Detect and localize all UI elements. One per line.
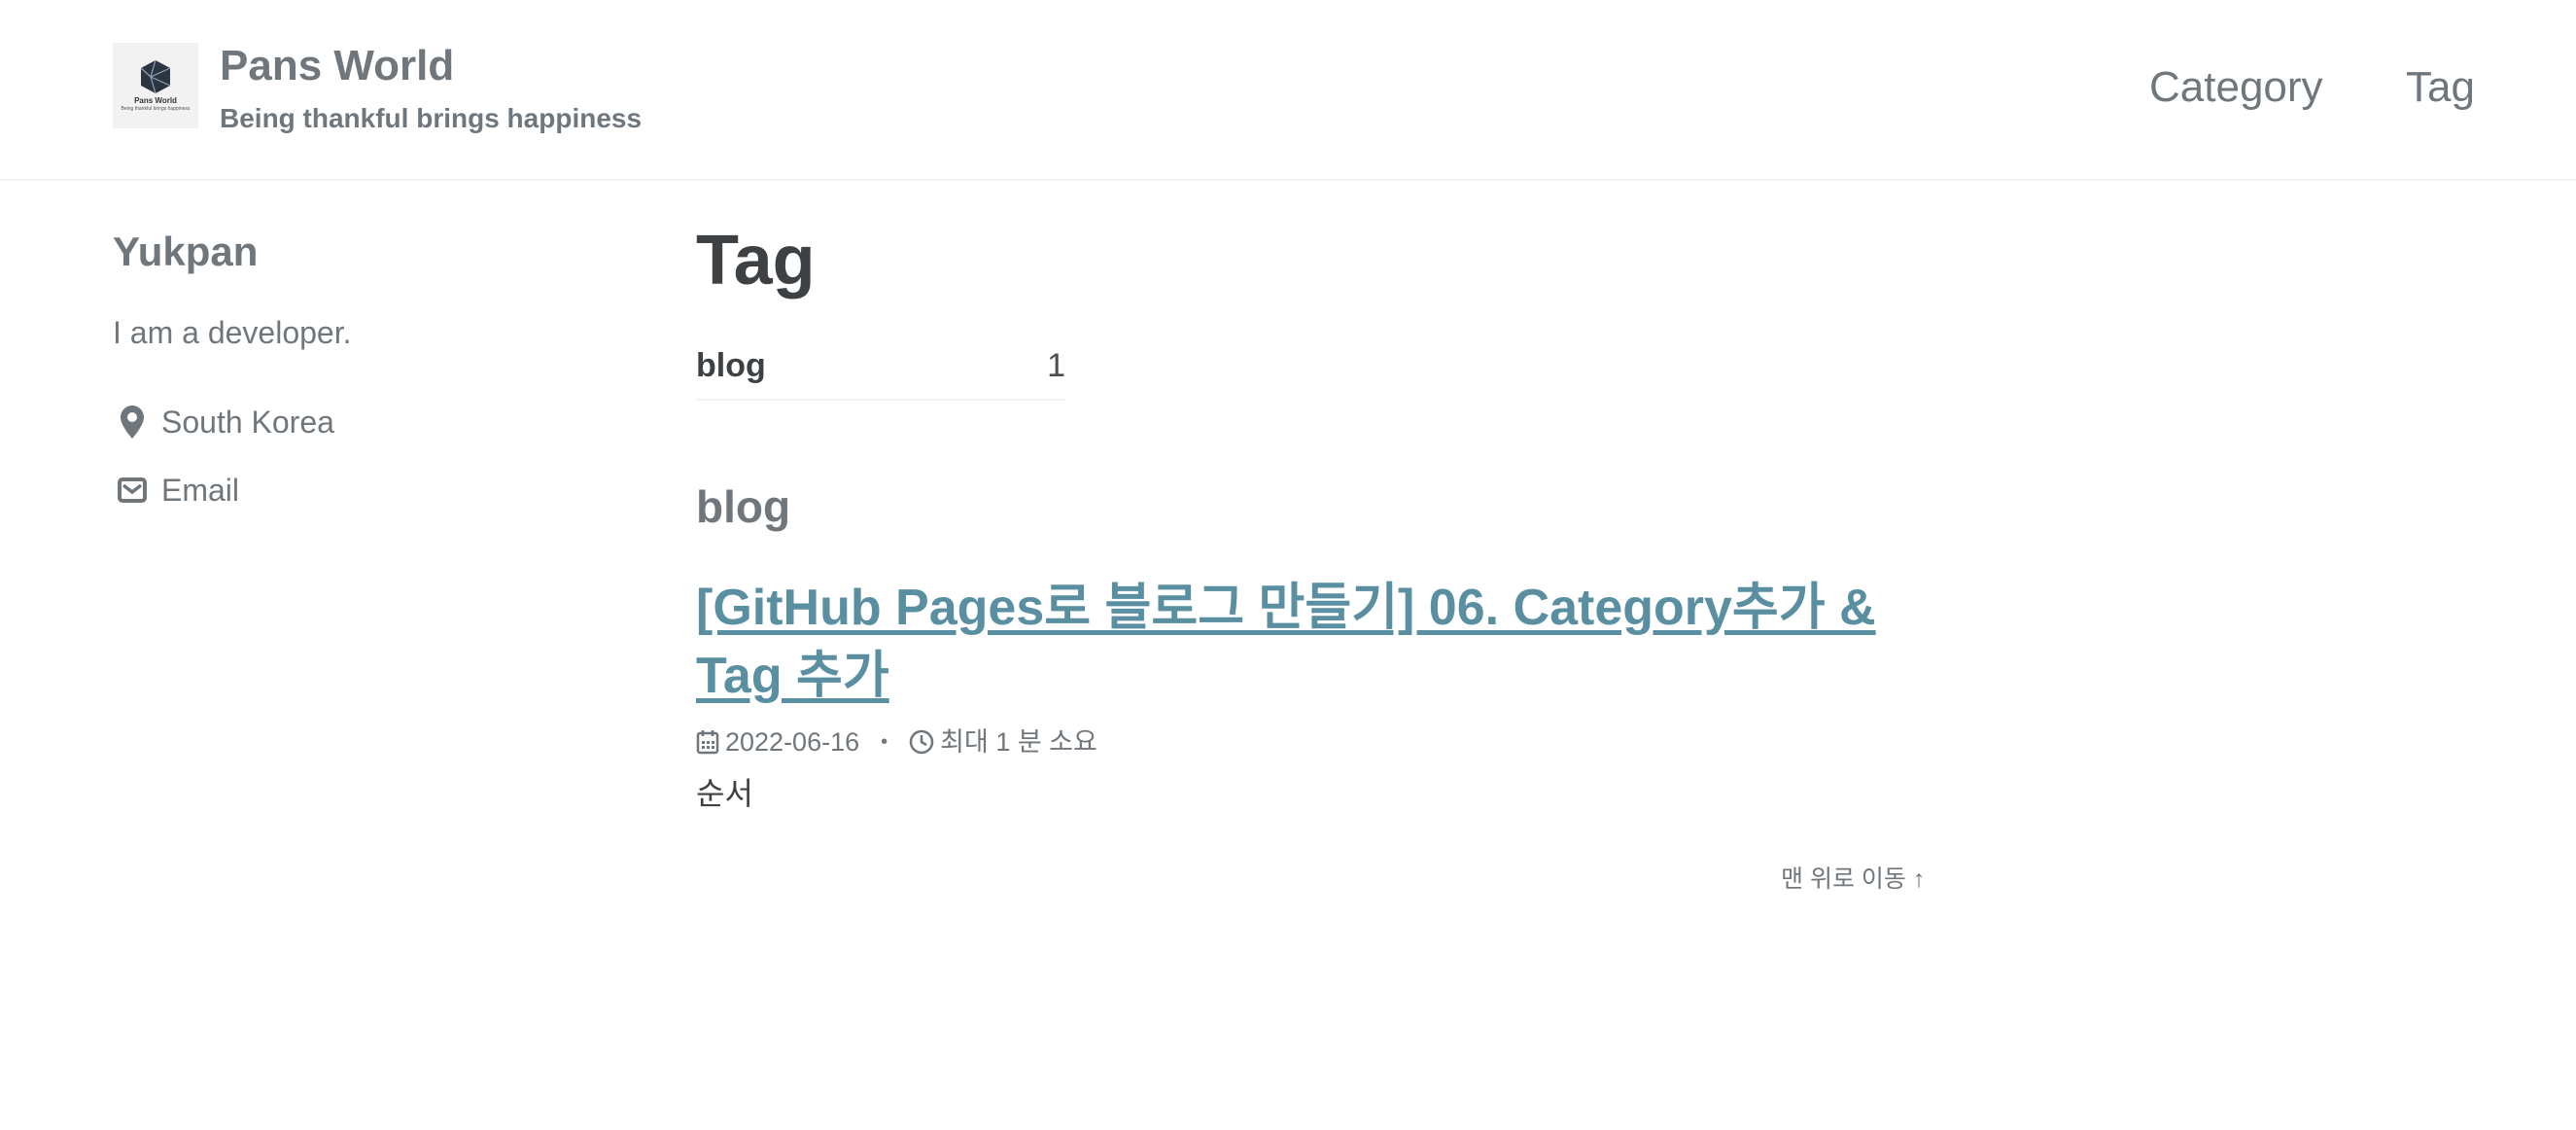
taxonomy-section-title: blog [696, 481, 791, 532]
meta-separator: • [881, 731, 888, 753]
nav-link-tag[interactable]: Tag [2406, 62, 2475, 113]
logo-subtitle: Being thankful brings happiness [121, 106, 191, 112]
author-location: South Korea [113, 403, 334, 441]
post-meta: 2022-06-16 • 최대 1 분 소요 [696, 725, 1097, 759]
post-title-link[interactable]: [GitHub Pages로 블로그 만들기] 06. Category추가 &… [696, 580, 1876, 704]
author-email-label: Email [161, 473, 240, 508]
site-logo[interactable]: Pans World Being thankful brings happine… [113, 43, 198, 128]
taxonomy-item-blog[interactable]: blog 1 [696, 346, 1065, 401]
site-subtitle: Being thankful brings happiness [220, 103, 643, 133]
author-bio: I am a developer. [113, 315, 352, 350]
calendar-icon [696, 729, 719, 755]
author-location-label: South Korea [161, 405, 334, 440]
taxonomy-count: 1 [1047, 347, 1065, 384]
map-marker-icon [113, 406, 152, 439]
post-excerpt: 순서 [696, 776, 753, 811]
post-date: 2022-06-16 [725, 727, 860, 757]
page-title: Tag [696, 222, 816, 300]
clock-icon [909, 729, 934, 755]
envelope-icon [113, 477, 152, 503]
nav-link-category[interactable]: Category [2149, 62, 2323, 113]
post-read-time: 최대 1 분 소요 [940, 727, 1097, 757]
back-to-top-link[interactable]: 맨 위로 이동 ↑ [1781, 864, 1925, 895]
logo-gem-icon [140, 59, 171, 94]
masthead: Pans World Being thankful brings happine… [0, 0, 2576, 181]
author-name: Yukpan [113, 229, 259, 274]
author-email-link[interactable]: Email [113, 471, 239, 510]
taxonomy-name: blog [696, 347, 766, 384]
post-title: [GitHub Pages로 블로그 만들기] 06. Category추가 &… [696, 574, 1960, 710]
site-title-link[interactable]: Pans World [220, 41, 454, 91]
logo-title: Pans World [134, 96, 177, 105]
